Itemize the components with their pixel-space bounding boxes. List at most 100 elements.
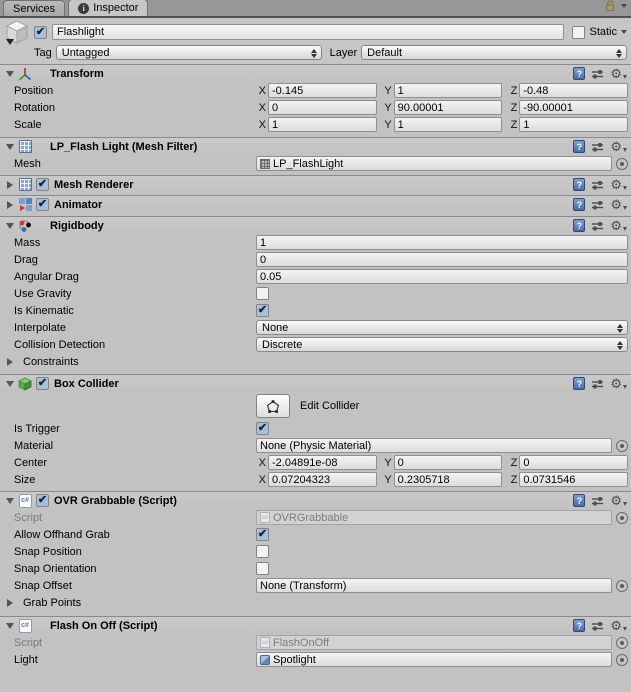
interpolate-dropdown[interactable]: None — [256, 320, 628, 335]
panel-menu-icon[interactable] — [621, 4, 627, 8]
object-picker-icon[interactable] — [616, 157, 628, 170]
foldout-open-icon[interactable] — [6, 622, 14, 629]
object-picker-icon[interactable] — [616, 511, 628, 524]
gear-icon[interactable] — [610, 619, 627, 632]
gear-icon[interactable] — [610, 140, 627, 153]
position-z-input[interactable]: -0.48 — [519, 83, 629, 98]
constraints-foldout[interactable]: Constraints — [0, 353, 631, 371]
center-y-input[interactable]: 0 — [393, 455, 503, 470]
animator-header[interactable]: Animator — [0, 195, 631, 213]
object-picker-icon[interactable] — [616, 653, 628, 666]
mesh-renderer-enabled-checkbox[interactable] — [36, 178, 49, 191]
box-collider-enabled-checkbox[interactable] — [36, 377, 49, 390]
tag-dropdown[interactable]: Untagged — [55, 45, 322, 60]
is-kinematic-checkbox[interactable] — [256, 304, 269, 317]
foldout-open-icon[interactable] — [6, 222, 14, 229]
use-gravity-checkbox[interactable] — [256, 287, 269, 300]
help-icon[interactable] — [573, 198, 586, 211]
ovr-script-row: Script OVRGrabbable — [0, 509, 631, 526]
scale-x-input[interactable]: 1 — [268, 117, 377, 132]
light-object-field[interactable]: Spotlight — [256, 652, 612, 667]
object-picker-icon[interactable] — [616, 439, 628, 452]
gear-icon[interactable] — [610, 67, 627, 80]
scale-z-input[interactable]: 1 — [519, 117, 629, 132]
gameobject-cube-icon[interactable] — [4, 19, 34, 45]
size-x-input[interactable]: 0.07204323 — [268, 472, 377, 487]
mass-input[interactable]: 1 — [256, 235, 628, 250]
gameobject-name-input[interactable]: Flashlight — [52, 24, 565, 40]
snap-position-label: Snap Position — [14, 545, 82, 558]
center-z-input[interactable]: 0 — [519, 455, 629, 470]
scale-y-input[interactable]: 1 — [393, 117, 503, 132]
rotation-y-input[interactable]: 90.00001 — [393, 100, 503, 115]
foldout-open-icon[interactable] — [6, 143, 14, 150]
material-object-field[interactable]: None (Physic Material) — [256, 438, 612, 453]
allow-offhand-grab-checkbox[interactable] — [256, 528, 269, 541]
gear-icon[interactable] — [610, 377, 627, 390]
gear-icon[interactable] — [610, 178, 627, 191]
presets-icon[interactable] — [591, 141, 604, 153]
mesh-renderer-header[interactable]: Mesh Renderer — [0, 175, 631, 193]
center-x-input[interactable]: -2.04891e-08 — [268, 455, 377, 470]
rotation-z-input[interactable]: -90.00001 — [519, 100, 629, 115]
help-icon[interactable] — [573, 619, 586, 632]
snap-position-checkbox[interactable] — [256, 545, 269, 558]
ovr-grabbable-enabled-checkbox[interactable] — [36, 494, 49, 507]
presets-icon[interactable] — [591, 199, 604, 211]
gear-icon[interactable] — [610, 494, 627, 507]
size-y-input[interactable]: 0.2305718 — [393, 472, 503, 487]
foldout-open-icon[interactable] — [6, 497, 14, 504]
presets-icon[interactable] — [591, 220, 604, 232]
object-picker-icon[interactable] — [616, 579, 628, 592]
ovr-grabbable-header[interactable]: OVR Grabbable (Script) — [0, 491, 631, 509]
presets-icon[interactable] — [591, 620, 604, 632]
object-picker-icon[interactable] — [616, 636, 628, 649]
snap-orientation-checkbox[interactable] — [256, 562, 269, 575]
static-dropdown-icon[interactable] — [621, 30, 627, 34]
position-y-input[interactable]: 1 — [393, 83, 503, 98]
edit-collider-button[interactable] — [256, 394, 290, 418]
presets-icon[interactable] — [591, 495, 604, 507]
help-icon[interactable] — [573, 377, 586, 390]
foldout-closed-icon[interactable] — [7, 200, 13, 209]
rigidbody-header[interactable]: Rigidbody — [0, 216, 631, 234]
gear-icon[interactable] — [610, 219, 627, 232]
lock-icon[interactable] — [605, 0, 616, 12]
size-z-input[interactable]: 0.0731546 — [519, 472, 629, 487]
is-trigger-checkbox[interactable] — [256, 422, 269, 435]
gear-icon[interactable] — [610, 198, 627, 211]
position-x-input[interactable]: -0.145 — [268, 83, 377, 98]
help-icon[interactable] — [573, 219, 586, 232]
snap-offset-object-field[interactable]: None (Transform) — [256, 578, 612, 593]
mesh-filter-header[interactable]: LP_Flash Light (Mesh Filter) — [0, 137, 631, 155]
collision-detection-dropdown[interactable]: Discrete — [256, 337, 628, 352]
static-checkbox[interactable] — [572, 25, 586, 39]
rotation-x-input[interactable]: 0 — [268, 100, 377, 115]
presets-icon[interactable] — [591, 378, 604, 390]
angular-drag-input[interactable]: 0.05 — [256, 269, 628, 284]
presets-icon[interactable] — [591, 68, 604, 80]
presets-icon[interactable] — [591, 179, 604, 191]
animator-enabled-checkbox[interactable] — [36, 198, 49, 211]
layer-dropdown[interactable]: Default — [361, 45, 627, 60]
foldout-open-icon[interactable] — [6, 380, 14, 387]
grab-points-foldout[interactable]: Grab Points — [0, 594, 631, 612]
help-icon[interactable] — [573, 140, 586, 153]
help-icon[interactable] — [573, 67, 586, 80]
tab-services[interactable]: Services — [3, 0, 66, 16]
foldout-open-icon[interactable] — [6, 70, 14, 77]
gameobject-dropdown-icon[interactable] — [6, 39, 14, 45]
help-icon[interactable] — [573, 494, 586, 507]
use-gravity-label: Use Gravity — [14, 287, 72, 300]
gameobject-enabled-checkbox[interactable] — [34, 25, 47, 39]
flash-on-off-header[interactable]: Flash On Off (Script) — [0, 616, 631, 634]
tab-inspector[interactable]: Inspector — [68, 0, 149, 16]
snap-orientation-label: Snap Orientation — [14, 562, 97, 575]
transform-header[interactable]: Transform — [0, 64, 631, 82]
drag-input[interactable]: 0 — [256, 252, 628, 267]
box-collider-header[interactable]: Box Collider — [0, 374, 631, 392]
box-collider-icon — [17, 376, 33, 392]
mesh-object-field[interactable]: LP_FlashLight — [256, 156, 612, 171]
help-icon[interactable] — [573, 178, 586, 191]
foldout-closed-icon[interactable] — [7, 180, 13, 189]
